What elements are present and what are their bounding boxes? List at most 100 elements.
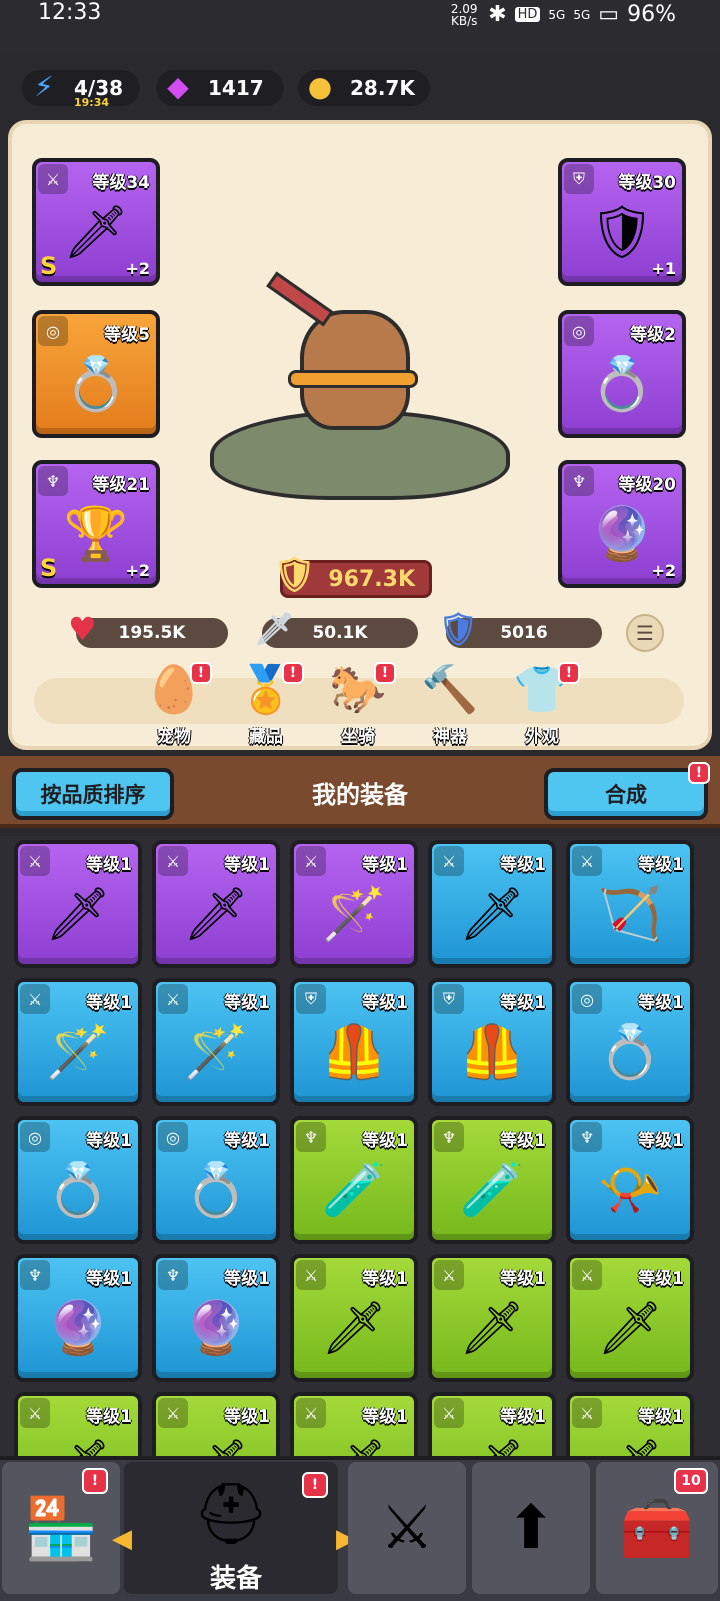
item-level: 等级1 [86,855,132,875]
equipped-ring-slot-2[interactable]: ◎ 等级2 💍 [558,310,686,438]
inventory-item[interactable]: ⚔ 等级1 🪄 [290,840,418,968]
inventory-item[interactable]: ◎ 等级1 💍 [14,1116,142,1244]
inventory-item[interactable]: ⚔ 等级1 🗡 [428,1254,556,1382]
bluetooth-icon: ✱ [488,2,507,27]
equipped-necklace-slot-2[interactable]: ♆ 等级20 🔮 +2 [558,460,686,588]
sword-icon: 🗡 [44,884,112,945]
sword-icon: 🗡 [320,1298,388,1359]
nav-treasure[interactable]: 🧰 10 [596,1462,718,1594]
inventory-item[interactable]: ⚔ 等级1 🗡 [566,1392,694,1456]
tab-mount[interactable]: 🐎 坐骑 ! [318,660,398,750]
tab-collection[interactable]: 🏅 藏品 ! [226,660,306,750]
inventory-item[interactable]: ♆ 等级1 🧪 [428,1116,556,1244]
sword-icon: 🗡 [459,1435,525,1456]
armor-tag-icon: ⛨ [564,164,594,194]
equipped-weapon-slot[interactable]: ⚔ 等级34 🗡 S +2 [32,158,160,286]
coin-value: 28.7K [350,76,415,100]
item-level: 等级1 [638,1131,684,1151]
sword-tag-icon: ⚔ [296,1260,326,1290]
inventory-item[interactable]: ⚔ 等级1 🗡 [152,1392,280,1456]
inventory-item[interactable]: ◎ 等级1 💍 [152,1116,280,1244]
status-bar: 12:33 2.09 KB/s ✱ HD 5G 5G ▭ 96% [0,0,720,55]
sort-by-quality-button[interactable]: 按品质排序 [12,768,174,820]
tab-pet[interactable]: 🥚 宠物 ! [134,660,214,750]
inventory-item[interactable]: ⚔ 等级1 🗡 [428,1392,556,1456]
item-level: 等级1 [500,993,546,1013]
ring-tag-icon: ◎ [564,316,594,346]
slot-level: 等级34 [92,173,150,193]
inventory-item[interactable]: ⛨ 等级1 🦺 [290,978,418,1106]
shop-icon: 🏪 [23,1493,99,1564]
sword-stat-icon: 🗡 [254,610,295,648]
gem-value: 1417 [208,76,264,100]
tab-artifact[interactable]: 🔨 神器 [410,660,490,750]
item-level: 等级1 [500,1407,546,1427]
nav-battle[interactable]: ⚔ [348,1462,466,1594]
defense-value: 5016 [500,623,548,643]
orb-icon: 🔮 [183,1298,249,1359]
inventory-item[interactable]: ♆ 等级1 📯 [566,1116,694,1244]
ring-tag-icon: ◎ [158,1122,188,1152]
sword-tag-icon: ⚔ [434,1398,464,1428]
energy-counter[interactable]: ⚡ 4/38 19:34 [22,70,140,109]
nav-shop[interactable]: 🏪 ! [2,1462,120,1594]
inventory-item[interactable]: ⚔ 等级1 🗡 [14,840,142,968]
inventory-item[interactable]: ♆ 等级1 🧪 [290,1116,418,1244]
sword-tag-icon: ⚔ [572,1260,602,1290]
hero-character[interactable] [210,271,510,520]
inventory-item[interactable]: ⚔ 等级1 🗡 [566,1254,694,1382]
inventory-item[interactable]: ⚔ 等级1 🗡 [428,840,556,968]
hd-icon: HD [514,7,541,22]
coin-counter[interactable]: ● 28.7K [298,70,430,106]
stats-detail-button[interactable]: ☰ [626,614,664,652]
attack-value: 50.1K [312,623,368,643]
slot-level: 等级21 [92,475,150,495]
necklace-tag-icon: ♆ [572,1122,602,1152]
net-speed: 2.09 KB/s [450,1,478,28]
inventory-item[interactable]: ⚔ 等级1 🗡 [290,1392,418,1456]
notification-badge: ! [374,662,396,684]
horn-icon: 📯 [597,1160,663,1221]
inventory-item[interactable]: ⚔ 等级1 🪄 [152,978,280,1106]
gem-counter[interactable]: ◆ 1417 [156,70,284,106]
potion-icon: 🧪 [321,1160,387,1221]
equipped-necklace-slot-1[interactable]: ♆ 等级21 🏆 S +2 [32,460,160,588]
chalice-icon: 🏆 [63,504,129,565]
slot-grade: S [40,554,58,582]
ring-icon: 💍 [589,354,655,415]
inventory-item[interactable]: ⛨ 等级1 🦺 [428,978,556,1106]
merge-badge: ! [688,762,710,784]
inventory-item[interactable]: ◎ 等级1 💍 [566,978,694,1106]
inventory-item[interactable]: ⚔ 等级1 🪄 [14,978,142,1106]
ring-icon: 💍 [63,354,129,415]
inventory-item[interactable]: ♆ 等级1 🔮 [14,1254,142,1382]
necklace-tag-icon: ♆ [296,1122,326,1152]
signal-2: 5G [573,7,591,22]
item-level: 等级1 [362,855,408,875]
necklace-tag-icon: ♆ [158,1260,188,1290]
equipped-armor-slot[interactable]: ⛨ 等级30 🛡 +1 [558,158,686,286]
nav-upgrade[interactable]: ⬆ [472,1462,590,1594]
merge-button[interactable]: 合成 [544,768,708,820]
treasure-chest-icon: 🧰 [619,1493,695,1564]
item-level: 等级1 [362,1407,408,1427]
inventory-item[interactable]: ⚔ 等级1 🗡 [152,840,280,968]
inventory-item[interactable]: ⚔ 等级1 🏹 [566,840,694,968]
ring-icon: 💍 [45,1160,111,1221]
equipped-ring-slot-1[interactable]: ◎ 等级5 💍 [32,310,160,438]
inventory-item[interactable]: ⚔ 等级1 🗡 [290,1254,418,1382]
potion-icon: 🧪 [459,1160,525,1221]
battery-icon: ▭ [598,2,620,27]
tab-outfit[interactable]: 👕 外观 ! [502,660,582,750]
inventory-item[interactable]: ♆ 等级1 🔮 [152,1254,280,1382]
item-level: 等级1 [224,1407,270,1427]
item-level: 等级1 [86,993,132,1013]
lightning-icon: ⚡ [34,69,54,103]
armor-tag-icon: ⛨ [434,984,464,1014]
notification-badge: ! [282,662,304,684]
merge-label: 合成 [605,783,647,807]
item-level: 等级1 [362,993,408,1013]
item-level: 等级1 [500,1131,546,1151]
item-level: 等级1 [638,855,684,875]
inventory-item[interactable]: ⚔ 等级1 🗡 [14,1392,142,1456]
